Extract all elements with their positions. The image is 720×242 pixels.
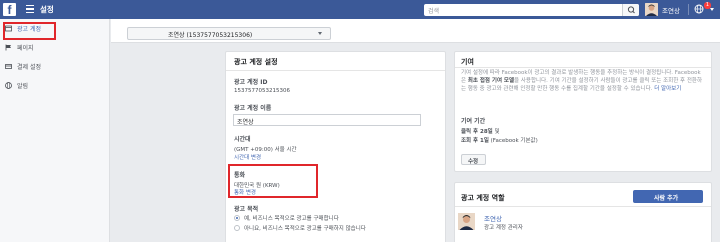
account-selector-label: 조연상 (1537577053215306) <box>168 32 253 39</box>
sidebar-item-label: 알림 <box>17 83 29 90</box>
search-icon <box>627 6 635 14</box>
flag-icon <box>5 44 11 51</box>
sidebar-item-pages[interactable]: 페이지 <box>0 38 110 57</box>
purpose-option-yes: 예, 비즈니스 목적으로 광고를 구매합니다 <box>244 216 339 222</box>
member-avatar[interactable] <box>458 213 475 230</box>
ad-purpose-label: 광고 목적 <box>234 206 259 213</box>
sidebar: 광고 계정 페이지 결제 설정 알림 <box>0 19 110 242</box>
account-id-value: 1537577053215306 <box>234 88 290 94</box>
sidebar-item-notifications[interactable]: 알림 <box>0 76 110 95</box>
learn-more-link[interactable]: 더 알아보기 <box>654 86 681 92</box>
click-window-value: 클릭 후 28일 및 <box>461 129 500 135</box>
highlight-box <box>228 164 318 198</box>
purpose-radio-yes[interactable] <box>234 215 240 221</box>
top-navigation-bar: f 설정 검색 조연상 1 <box>0 0 720 19</box>
member-role: 광고 계정 관리자 <box>484 225 523 231</box>
account-selector-dropdown[interactable]: 조연상 (1537577053215306) <box>127 27 331 40</box>
attribution-window-label: 기여 기간 <box>461 118 486 125</box>
hamburger-menu-icon[interactable] <box>26 5 34 13</box>
sidebar-item-payment-settings[interactable]: 결제 설정 <box>0 57 110 76</box>
timezone-label: 시간대 <box>234 136 251 143</box>
account-name-field[interactable]: 조연상 <box>233 114 421 126</box>
member-name-link[interactable]: 조연상 <box>484 213 502 223</box>
search-button[interactable] <box>622 4 639 16</box>
divider <box>455 206 711 207</box>
globe-icon <box>5 82 12 89</box>
chevron-down-icon[interactable] <box>710 8 714 11</box>
account-settings-title: 광고 계정 설정 <box>234 58 278 66</box>
sidebar-item-label: 결제 설정 <box>17 64 41 71</box>
timezone-value: (GMT +09:00) 서울 시간 <box>234 147 297 153</box>
edit-attribution-button[interactable]: 수정 <box>461 154 486 165</box>
search-input[interactable]: 검색 <box>424 4 639 16</box>
divider <box>688 4 689 15</box>
page-title: 설정 <box>40 5 54 14</box>
change-timezone-link[interactable]: 시간대 변경 <box>234 153 261 161</box>
user-avatar[interactable] <box>645 3 658 16</box>
purpose-radio-no[interactable] <box>234 225 240 231</box>
attribution-description: 기여 설정에 따라 Facebook이 광고의 결과로 발생하는 행동을 추정하… <box>461 70 703 92</box>
chevron-down-icon <box>318 32 322 35</box>
account-roles-title: 광고 계정 역할 <box>461 194 505 202</box>
globe-icon[interactable] <box>694 4 704 14</box>
account-name-label: 광고 계정 이름 <box>234 105 272 112</box>
account-id-label: 광고 계정 ID <box>234 79 268 86</box>
attribution-title: 기여 <box>461 58 474 66</box>
user-name[interactable]: 조연상 <box>662 5 680 15</box>
divider <box>455 67 711 68</box>
search-placeholder: 검색 <box>428 8 440 15</box>
attribution-model: 최초 접점 기여 모델 <box>467 78 515 84</box>
view-window-value: 조회 후 1일 (Facebook 기본값) <box>461 138 538 144</box>
highlight-box <box>3 22 56 40</box>
account-name-value: 조연상 <box>237 119 254 126</box>
divider <box>226 70 445 71</box>
payment-icon <box>5 64 12 69</box>
sidebar-item-label: 페이지 <box>17 45 34 52</box>
facebook-logo-icon[interactable]: f <box>3 3 16 17</box>
purpose-option-no: 아니요, 비즈니스 목적으로 광고를 구매하지 않습니다 <box>244 226 366 232</box>
add-person-button[interactable]: 사람 추가 <box>633 190 703 203</box>
